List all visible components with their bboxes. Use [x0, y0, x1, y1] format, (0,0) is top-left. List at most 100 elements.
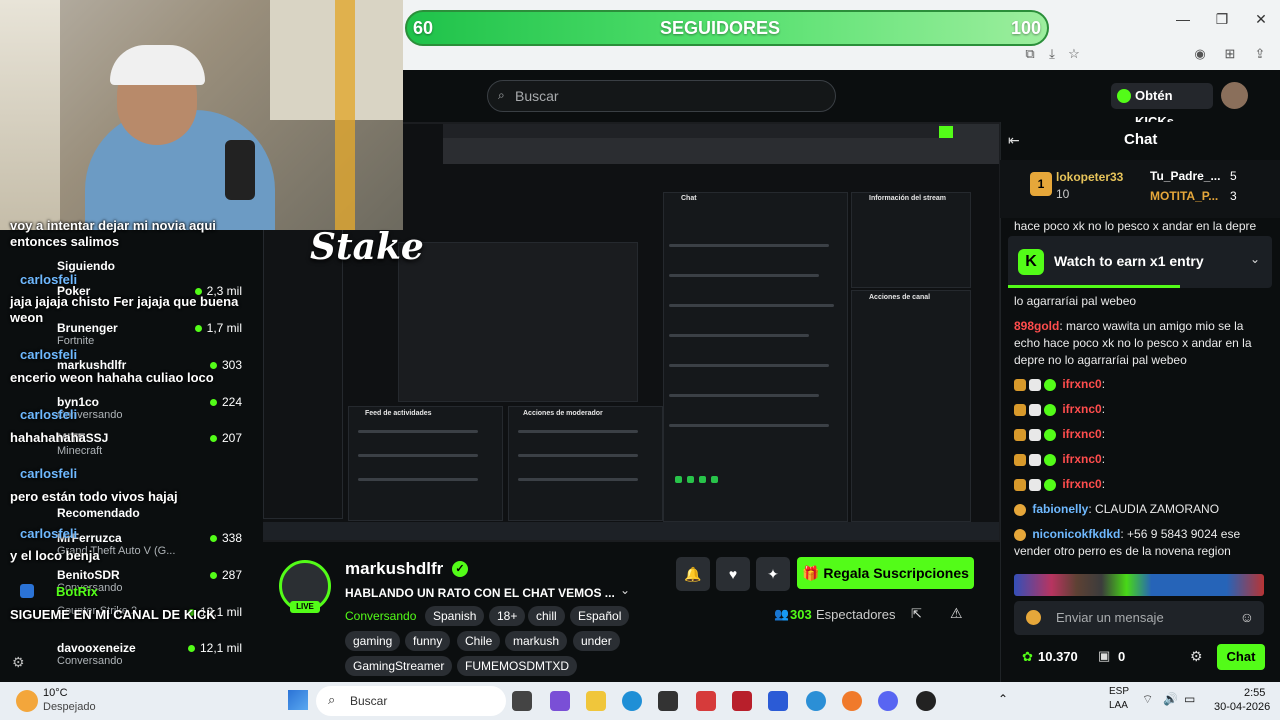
tray-chevron-icon[interactable]: ⌃ [998, 692, 1008, 706]
minimize-icon[interactable]: — [1174, 10, 1192, 28]
report-icon[interactable]: ⚠ [950, 605, 963, 622]
chat-settings-icon[interactable]: ⚙ [1190, 648, 1203, 665]
overlay-user: carlosfeli [20, 347, 78, 362]
chat-username[interactable]: ifrxnc0 [1062, 452, 1101, 466]
verified-badge-icon [1044, 453, 1056, 466]
expand-title-icon[interactable]: ⌄ [620, 583, 630, 597]
tag[interactable]: GamingStreamer [345, 656, 453, 676]
chat-input[interactable]: Enviar un mensaje ☺ [1014, 601, 1264, 635]
leaderboard-count: 5 [1230, 169, 1237, 183]
channel-viewers: 12,1 mil [199, 641, 242, 655]
store-icon[interactable] [658, 691, 678, 711]
chat-username[interactable]: 898gold [1014, 319, 1059, 333]
badge-icon [1014, 453, 1026, 466]
discord-icon[interactable] [878, 691, 898, 711]
emoji-picker-icon[interactable]: ☺ [1240, 609, 1254, 625]
wifi-icon[interactable]: ⌔ [1142, 692, 1153, 707]
category-link[interactable]: Conversando [345, 609, 416, 623]
badge-icon [1029, 478, 1041, 491]
file-explorer-icon[interactable] [586, 691, 606, 711]
bookmark-star-icon[interactable]: ☆ [1066, 46, 1082, 62]
tag[interactable]: chill [528, 606, 565, 626]
overlay-message: voy a intentar dejar mi novia aqui enton… [10, 218, 216, 249]
tag[interactable]: gaming [345, 631, 401, 651]
overlay-message: jaja jajaja chisto Fer jajaja que buena … [10, 294, 239, 325]
firefox-icon[interactable] [842, 691, 862, 711]
leaderboard-user[interactable]: MOTITA_P... [1150, 189, 1218, 203]
send-chat-button[interactable]: Chat [1217, 644, 1265, 670]
language-bottom[interactable]: LAA [1109, 700, 1128, 711]
user-avatar[interactable] [1221, 82, 1248, 109]
task-view-icon[interactable] [512, 691, 532, 711]
leaderboard-user[interactable]: Tu_Padre_... [1150, 169, 1220, 183]
settings-icon[interactable]: ⚙ [12, 654, 25, 671]
gift-subscriptions-button[interactable]: 🎁 Regala Suscripciones [797, 557, 974, 589]
mcafee-icon[interactable] [732, 691, 752, 711]
language-top[interactable]: ESP [1109, 686, 1129, 697]
extensions-icon[interactable]: ⊞ [1222, 46, 1238, 62]
start-icon[interactable] [288, 690, 308, 710]
battery-icon[interactable]: ▭ [1184, 692, 1195, 706]
badge-icon [1014, 428, 1026, 441]
share-stream-icon[interactable]: ⇱ [911, 606, 922, 622]
app-icon[interactable] [806, 691, 826, 711]
tag[interactable]: Spanish [425, 606, 485, 626]
viewers-icon: 👥 [774, 607, 789, 621]
chat-username[interactable]: ifrxnc0 [1062, 477, 1101, 491]
emoji-avatar-icon [1026, 610, 1041, 625]
channel-points[interactable]: 10.370 [1038, 649, 1078, 664]
close-icon[interactable]: ✕ [1252, 10, 1270, 28]
weather-temp: 10°C [43, 687, 68, 699]
pip-icon[interactable]: ⧉ [1022, 46, 1038, 62]
badge-icon [1014, 503, 1026, 516]
streamer-name[interactable]: markushdlfr [345, 559, 443, 579]
chat-username[interactable]: niconicokfkdkd [1032, 527, 1120, 541]
search-icon: ⌕ [328, 692, 336, 707]
chat-username[interactable]: fabionelly [1032, 502, 1088, 516]
inventory-count[interactable]: 0 [1118, 649, 1125, 664]
earn-progress [1008, 285, 1180, 288]
rank-badge: 1 [1030, 172, 1052, 196]
chat-username[interactable]: ifrxnc0 [1062, 377, 1101, 391]
app-icon[interactable] [696, 691, 716, 711]
chat-username[interactable]: ifrxnc0 [1062, 402, 1101, 416]
tag[interactable]: FUMEMOSDMTXD [457, 656, 577, 676]
collapse-chat-icon[interactable]: ⇤ [1008, 132, 1020, 149]
tag[interactable]: under [573, 631, 620, 651]
search-placeholder: Buscar [515, 88, 559, 104]
copilot-icon[interactable] [550, 691, 570, 711]
app-icon[interactable] [768, 691, 788, 711]
verified-badge-icon [1044, 478, 1056, 491]
badge-icon [1029, 428, 1041, 441]
tag[interactable]: Español [570, 606, 630, 626]
tag[interactable]: funny [405, 631, 451, 651]
follow-heart-button[interactable]: ♥ [716, 557, 750, 591]
profile-icon[interactable]: ◉ [1192, 46, 1208, 62]
goal-target: 100 [1010, 18, 1041, 38]
sidebar-channel[interactable]: davooxeneize Conversando 12,1 mil [57, 641, 242, 667]
leaderboard-user[interactable]: lokopeter33 [1056, 170, 1123, 184]
restore-icon[interactable]: ❐ [1213, 10, 1231, 28]
search-input[interactable]: ⌕ Buscar [487, 80, 836, 112]
clock-time[interactable]: 2:55 [1244, 687, 1265, 699]
obs-icon[interactable] [916, 691, 936, 711]
tag[interactable]: markush [505, 631, 568, 651]
overlay-message: y el loco benja [10, 548, 100, 563]
goal-current: 60 [413, 18, 434, 38]
volume-icon[interactable]: 🔊 [1163, 692, 1178, 706]
chat-username[interactable]: ifrxnc0 [1062, 427, 1101, 441]
tag[interactable]: 18+ [489, 606, 526, 626]
earn-banner[interactable]: K Watch to earn x1 entry ⌄ [1008, 236, 1272, 288]
verified-badge-icon [1044, 378, 1056, 391]
edge-icon[interactable] [622, 691, 642, 711]
leaderboard-count: 3 [1230, 189, 1237, 203]
tag[interactable]: Chile [457, 631, 501, 651]
sparkle-button[interactable]: ✦ [756, 557, 790, 591]
taskbar-search[interactable]: ⌕ Buscar [316, 686, 506, 716]
get-kicks-button[interactable]: Obtén KICKs [1111, 83, 1213, 129]
download-icon[interactable]: ⤓ [1044, 46, 1060, 62]
clock-date[interactable]: 30-04-2026 [1214, 701, 1270, 713]
share-icon[interactable]: ⇪ [1252, 46, 1268, 62]
notification-bell-button[interactable]: 🔔 [676, 557, 710, 591]
weather-icon[interactable] [16, 690, 38, 712]
